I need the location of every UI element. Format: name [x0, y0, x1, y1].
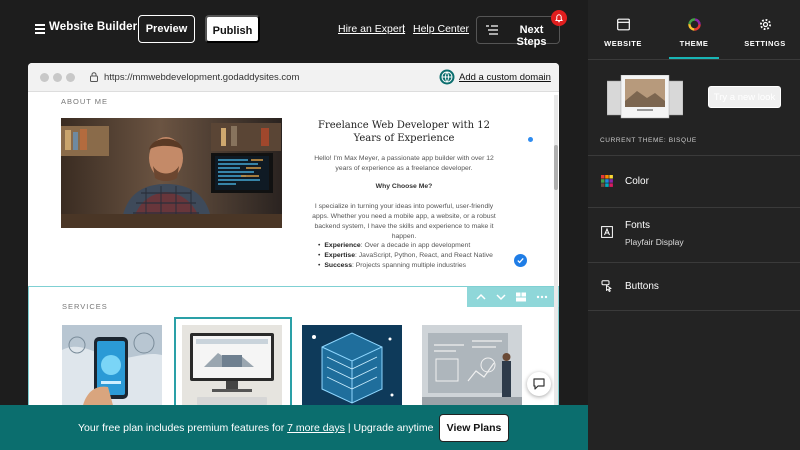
preview-scrollbar-thumb[interactable]: [554, 145, 558, 190]
layout-icon[interactable]: [515, 291, 527, 303]
developer-photo[interactable]: [61, 118, 282, 228]
top-bar: Website Builder Preview Publish Hire an …: [0, 0, 588, 58]
chevron-up-icon[interactable]: [475, 291, 487, 303]
window-dot-icon: [53, 73, 62, 82]
fonts-option-label: Fonts: [625, 220, 651, 231]
free-plan-message: Your free plan includes premium features…: [78, 422, 434, 434]
fonts-option[interactable]: Fonts Playfair Display: [588, 207, 800, 262]
about-headline[interactable]: Freelance Web Developer with 12 Years of…: [306, 119, 502, 145]
about-bullets: Experience: Over a decade in app develop…: [318, 241, 518, 271]
edit-indicator-dot[interactable]: [528, 137, 533, 142]
why-choose-title[interactable]: Why Choose Me?: [308, 183, 500, 190]
list-item[interactable]: Success: Projects spanning multiple indu…: [318, 261, 518, 271]
current-font-name: Playfair Display: [625, 237, 684, 247]
browser-window-icon: [617, 18, 630, 31]
website-builder-app: Website Builder Preview Publish Hire an …: [0, 0, 800, 450]
chevron-down-icon[interactable]: [495, 291, 507, 303]
globe-icon[interactable]: [439, 69, 455, 85]
hire-expert-link[interactable]: Hire an Expert: [338, 23, 405, 35]
next-steps-label: Next Steps: [516, 24, 547, 48]
free-plan-banner: Your free plan includes premium features…: [0, 405, 588, 450]
checklist-icon: [486, 25, 498, 35]
list-item[interactable]: Expertise: JavaScript, Python, React, an…: [318, 251, 518, 261]
view-plans-button[interactable]: View Plans: [439, 414, 509, 442]
tab-settings[interactable]: SETTINGS: [730, 0, 800, 58]
buttons-icon: [601, 280, 612, 292]
site-page: ABOUT ME Freelance Web Developer with 12…: [28, 92, 559, 408]
buttons-option[interactable]: Buttons: [588, 262, 800, 310]
service-image-backend[interactable]: [302, 325, 402, 408]
link-separator: |: [402, 23, 405, 35]
site-url: https://mmwebdevelopment.godaddysites.co…: [104, 72, 300, 83]
preview-scrollbar[interactable]: [554, 95, 558, 405]
design-panel: WEBSITE THEME SETTINGS Try a new look CU…: [588, 0, 800, 450]
services-section[interactable]: SERVICES: [28, 286, 559, 408]
theme-preview-thumbnails[interactable]: [606, 74, 684, 120]
buttons-option-label: Buttons: [625, 281, 659, 292]
site-preview-frame: https://mmwebdevelopment.godaddysites.co…: [28, 63, 559, 408]
add-custom-domain-link[interactable]: Add a custom domain: [459, 72, 551, 83]
next-steps-button[interactable]: Next Steps: [476, 16, 560, 48]
panel-divider: [588, 310, 800, 311]
font-icon: [601, 226, 613, 238]
lock-icon: [90, 72, 98, 82]
help-center-link[interactable]: Help Center: [413, 23, 469, 35]
about-intro[interactable]: Hello! I'm Max Meyer, a passionate app b…: [308, 154, 500, 174]
gear-icon: [760, 19, 771, 30]
try-new-look-button[interactable]: Try a new look: [708, 86, 781, 108]
services-section-title: SERVICES: [62, 302, 108, 311]
more-options-icon[interactable]: [536, 291, 548, 303]
color-option-label: Color: [625, 176, 649, 187]
browser-url-bar: https://mmwebdevelopment.godaddysites.co…: [28, 63, 559, 92]
list-item[interactable]: Experience: Over a decade in app develop…: [318, 241, 518, 251]
days-remaining-link[interactable]: 7 more days: [287, 422, 345, 434]
about-section-title: ABOUT ME: [61, 97, 109, 106]
tab-website[interactable]: WEBSITE: [588, 0, 658, 58]
notification-bell-icon[interactable]: [551, 10, 567, 26]
color-wheel-icon: [688, 18, 701, 31]
window-dot-icon: [66, 73, 75, 82]
current-theme-label: CURRENT THEME: BISQUE: [600, 137, 697, 144]
section-toolbar: [467, 287, 559, 307]
brand-title[interactable]: Website Builder: [49, 21, 137, 33]
service-image-mobile-app[interactable]: [62, 325, 162, 408]
window-dot-icon: [40, 73, 49, 82]
color-palette-icon: [601, 175, 613, 187]
hamburger-menu-icon[interactable]: [35, 24, 45, 34]
color-option[interactable]: Color: [588, 155, 800, 207]
tab-theme[interactable]: THEME: [659, 0, 729, 58]
service-image-website[interactable]: [182, 325, 282, 408]
chat-bubble-icon[interactable]: [527, 372, 551, 396]
preview-button[interactable]: Preview: [138, 15, 195, 43]
publish-button[interactable]: Publish: [205, 15, 260, 43]
service-image-consultancy[interactable]: [422, 325, 522, 408]
panel-divider: [588, 59, 800, 60]
checkmark-icon[interactable]: [514, 254, 527, 267]
about-body[interactable]: I specialize in turning your ideas into …: [308, 202, 500, 242]
